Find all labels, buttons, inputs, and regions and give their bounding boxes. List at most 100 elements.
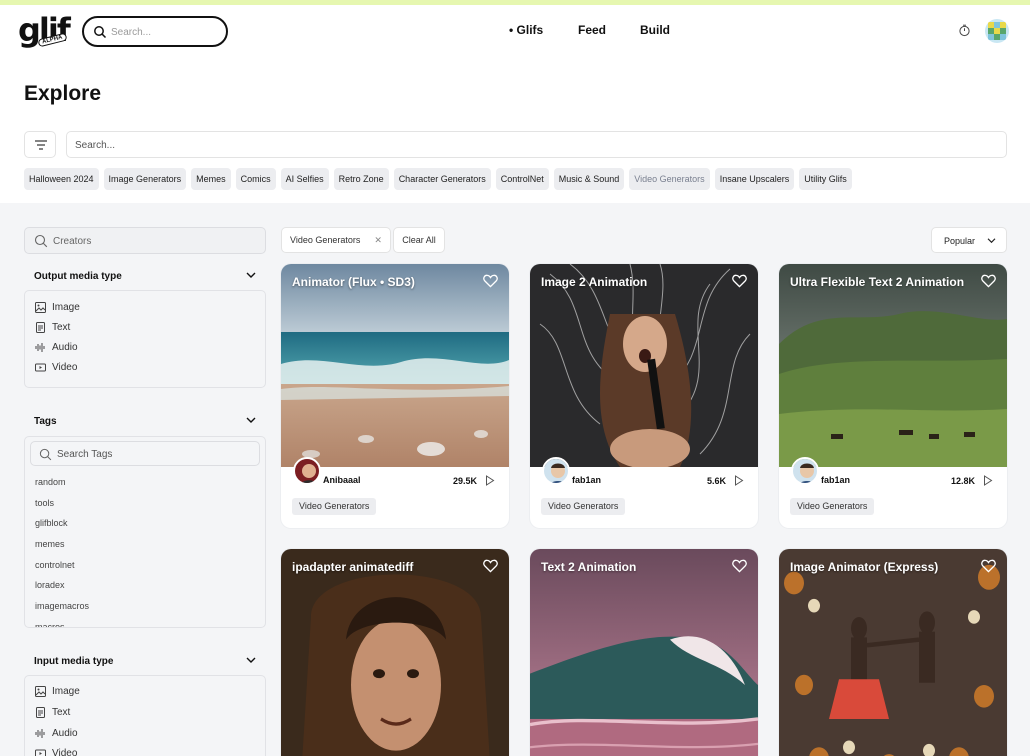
clear-all-button[interactable]: Clear All [393, 227, 445, 253]
heart-icon[interactable] [732, 559, 747, 573]
input-media-text[interactable]: Text [35, 705, 70, 719]
glif-card[interactable]: Text 2 Animation [530, 549, 758, 756]
heart-icon[interactable] [981, 274, 996, 288]
close-icon[interactable]: ✕ [374, 228, 382, 252]
card-title: Ultra Flexible Text 2 Animation [790, 275, 965, 289]
creators-placeholder: Creators [53, 236, 92, 247]
search-icon [94, 26, 107, 39]
card-tag[interactable]: Video Generators [292, 498, 377, 515]
nav-glifs[interactable]: • Glifs [509, 23, 543, 37]
filter-icon [35, 140, 47, 150]
output-media-header[interactable]: Output media type [34, 271, 256, 282]
glif-card[interactable]: Image 2 Animation fab1an 5.6K Video Gene… [530, 264, 758, 528]
filter-toggle-button[interactable] [24, 131, 56, 158]
tag-chip[interactable]: Insane Upscalers [714, 168, 795, 190]
explore-search-input[interactable] [75, 138, 975, 152]
search-icon [39, 448, 52, 461]
tag-item[interactable]: glifblock [35, 518, 68, 528]
glif-logo[interactable]: glif ALPHA [18, 14, 72, 52]
tag-item[interactable]: macros [35, 622, 65, 627]
top-search-input[interactable] [111, 24, 219, 40]
creators-search[interactable]: Creators [24, 227, 266, 254]
heart-icon[interactable] [732, 274, 747, 288]
tag-chip[interactable]: Halloween 2024 [24, 168, 99, 190]
card-thumbnail [779, 264, 1007, 467]
waveform-icon [35, 728, 45, 738]
tag-item[interactable]: random [35, 477, 66, 487]
tag-chip[interactable]: AI Selfies [280, 168, 329, 190]
avatar[interactable] [293, 457, 321, 485]
waveform-icon [35, 342, 45, 352]
explore-search-box[interactable] [66, 131, 1007, 158]
glif-card[interactable]: Ultra Flexible Text 2 Animation fab1an 1… [779, 264, 1007, 528]
input-media-image[interactable]: Image [35, 684, 80, 698]
chevron-down-icon [987, 238, 996, 244]
card-thumbnail [779, 549, 1007, 756]
tags-list: Search Tags random tools glifblock memes… [24, 436, 266, 628]
chevron-down-icon [246, 417, 256, 423]
output-media-video[interactable]: Video [35, 360, 77, 374]
tag-chip[interactable]: Utility Glifs [799, 168, 852, 190]
tag-item[interactable]: tools [35, 498, 54, 508]
heart-icon[interactable] [483, 559, 498, 573]
tag-search-placeholder: Search Tags [57, 449, 113, 460]
author-name[interactable]: Anibaaal [323, 475, 361, 485]
nav-build[interactable]: Build [640, 23, 670, 37]
tag-item[interactable]: loradex [35, 580, 65, 590]
user-avatar[interactable] [985, 19, 1009, 43]
card-title: Text 2 Animation [541, 560, 637, 574]
card-thumbnail [530, 549, 758, 756]
play-icon[interactable] [485, 475, 495, 486]
avatar[interactable] [542, 457, 570, 485]
tag-chip[interactable]: Image Generators [103, 168, 187, 190]
card-tag[interactable]: Video Generators [541, 498, 626, 515]
output-media-audio[interactable]: Audio [35, 340, 78, 354]
output-media-title: Output media type [34, 271, 122, 282]
page-title: Explore [24, 82, 102, 105]
author-name[interactable]: fab1an [821, 475, 850, 485]
tag-item[interactable]: controlnet [35, 560, 75, 570]
tag-chip[interactable]: Memes [191, 168, 231, 190]
tag-chip[interactable]: Character Generators [393, 168, 491, 190]
card-title: Animator (Flux • SD3) [292, 275, 415, 289]
play-icon[interactable] [734, 475, 744, 486]
output-media-text[interactable]: Text [35, 320, 70, 334]
glif-card[interactable]: Animator (Flux • SD3) Anibaaal 29.5K Vid… [281, 264, 509, 528]
tag-item[interactable]: imagemacros [35, 601, 89, 611]
sort-label: Popular [944, 236, 976, 246]
header: glif ALPHA • Glifs Feed Build [0, 5, 1030, 61]
card-title: Image Animator (Express) [790, 560, 939, 574]
image-icon [35, 301, 46, 313]
tag-item[interactable]: memes [35, 539, 65, 549]
active-filter-pill[interactable]: Video Generators ✕ [281, 227, 391, 253]
card-thumbnail [281, 264, 509, 467]
input-media-audio[interactable]: Audio [35, 726, 78, 740]
tag-chip[interactable]: Retro Zone [333, 168, 389, 190]
glif-card[interactable]: ipadapter animatediff [281, 549, 509, 756]
tags-header[interactable]: Tags [34, 416, 256, 427]
nav-feed[interactable]: Feed [578, 23, 606, 37]
card-thumbnail [530, 264, 758, 467]
results-area: Creators Output media type Image Text Au… [0, 203, 1030, 756]
tag-chip[interactable]: Music & Sound [553, 168, 625, 190]
avatar[interactable] [791, 457, 819, 485]
output-media-image[interactable]: Image [35, 300, 80, 314]
card-tag[interactable]: Video Generators [790, 498, 875, 515]
card-title: Image 2 Animation [541, 275, 648, 289]
glif-card[interactable]: Image Animator (Express) [779, 549, 1007, 756]
tag-chip[interactable]: Comics [235, 168, 276, 190]
tag-chip-active[interactable]: Video Generators [629, 168, 710, 190]
sort-dropdown[interactable]: Popular [931, 227, 1007, 253]
play-icon[interactable] [983, 475, 993, 486]
input-media-header[interactable]: Input media type [34, 656, 256, 667]
timer-icon[interactable] [958, 24, 971, 37]
top-search-box[interactable] [82, 16, 228, 47]
author-name[interactable]: fab1an [572, 475, 601, 485]
tag-search-input[interactable]: Search Tags [30, 441, 260, 466]
run-count: 12.8K [950, 476, 975, 486]
heart-icon[interactable] [981, 559, 996, 573]
heart-icon[interactable] [483, 274, 498, 288]
tag-chip[interactable]: ControlNet [495, 168, 549, 190]
input-media-video[interactable]: Video [35, 746, 77, 756]
document-icon [36, 706, 45, 718]
